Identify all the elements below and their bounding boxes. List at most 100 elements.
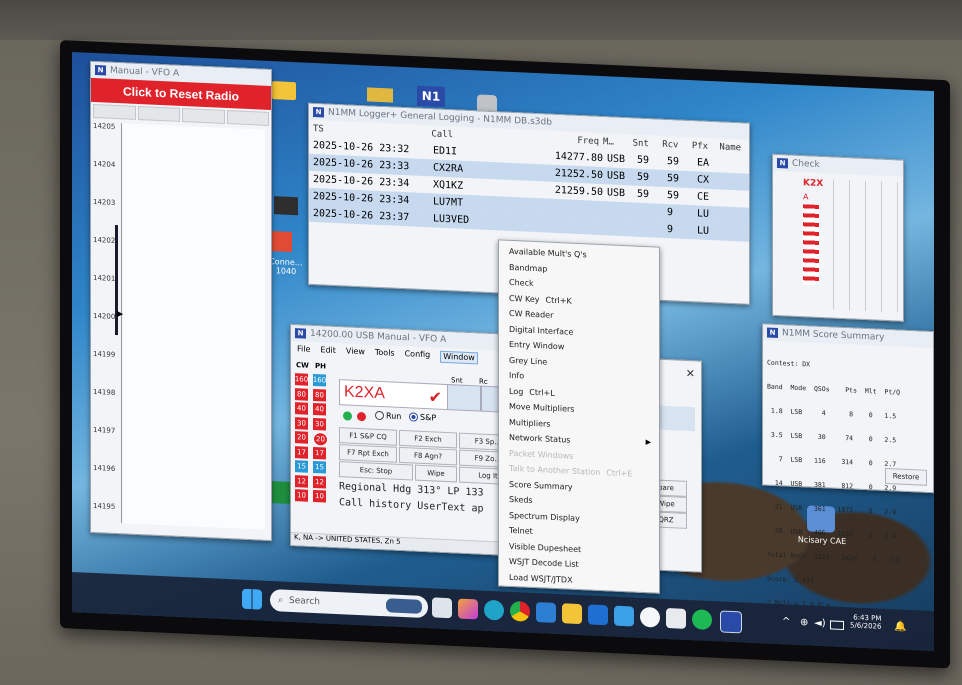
band-cw-20-button[interactable]: 20: [295, 431, 308, 444]
menu-window[interactable]: Window: [440, 350, 478, 365]
app-icon[interactable]: [640, 606, 660, 628]
bandmap-tool-button[interactable]: [226, 110, 269, 126]
col-snt[interactable]: Snt: [633, 138, 663, 149]
band-ph-10-button[interactable]: 10: [313, 489, 326, 503]
check-grid: [833, 179, 898, 313]
band-cw-17-button[interactable]: 17: [295, 445, 308, 459]
wipe-button[interactable]: Wipe: [415, 464, 457, 483]
col-pfx[interactable]: Pfx: [692, 141, 720, 152]
chrome-icon[interactable]: [510, 600, 530, 622]
menu-item-label: Info: [509, 371, 525, 381]
band-ph-20-button[interactable]: 20: [313, 431, 328, 447]
band-ph-17-button[interactable]: 17: [313, 446, 326, 460]
taskbar-search[interactable]: ⌕ Search: [270, 588, 428, 619]
cw-header: CW: [296, 361, 309, 370]
band-ph-40-button[interactable]: 40: [313, 402, 326, 416]
score-row: 3.5 LSB 30 74 0 2.5: [767, 430, 897, 445]
store-icon[interactable]: [536, 602, 556, 623]
close-icon[interactable]: ✕: [686, 367, 695, 380]
band-cw-30-button[interactable]: 30: [295, 416, 308, 430]
battery-tray-icon[interactable]: [830, 620, 844, 631]
bandmap-spots-area[interactable]: [123, 123, 265, 530]
folder-icon[interactable]: [367, 87, 393, 103]
col-rcv[interactable]: Rcv: [662, 139, 692, 150]
score-row: Total Both 1282 3428 0 2.9: [767, 550, 901, 565]
spotify-icon[interactable]: [692, 609, 712, 631]
task-view-icon[interactable]: [432, 597, 452, 619]
mail-icon[interactable]: [588, 604, 608, 626]
windows-start-icon[interactable]: [242, 588, 262, 610]
menu-config[interactable]: Config: [405, 349, 431, 362]
menu-item-label: Multipliers: [509, 417, 551, 429]
bandmap-tool-button[interactable]: [93, 103, 136, 120]
cell-rcv: 59: [667, 156, 680, 168]
band-cw-40-button[interactable]: 40: [295, 402, 308, 415]
edge-icon[interactable]: [484, 599, 504, 621]
sp-radio[interactable]: S&P: [409, 412, 436, 423]
esc-stop-button[interactable]: Esc: Stop: [339, 461, 413, 481]
menu-item-label: Talk to Another Station: [509, 464, 601, 478]
entry-window: N 14200.00 USB Manual - VFO A File Edit …: [290, 323, 524, 557]
cell-snt: [637, 228, 667, 229]
menu-edit[interactable]: Edit: [320, 345, 336, 358]
f7-button[interactable]: F7 Rpt Exch: [339, 444, 397, 463]
col-mode[interactable]: M…: [599, 136, 633, 148]
folder-icon[interactable]: [272, 81, 296, 101]
check-bars: [803, 204, 819, 285]
file-explorer-icon[interactable]: [562, 603, 582, 625]
col-freq[interactable]: Freq: [510, 132, 599, 146]
radio-selected-icon: [409, 412, 418, 422]
menu-file[interactable]: File: [297, 344, 310, 357]
tray-chevron-icon[interactable]: ^: [782, 616, 790, 627]
snt-input[interactable]: [447, 384, 481, 412]
menu-item-label: Telnet: [509, 526, 533, 537]
n1mm-taskbar-icon[interactable]: [720, 610, 742, 634]
restore-button[interactable]: Restore: [885, 467, 927, 486]
copilot-icon[interactable]: [458, 598, 478, 620]
cell-pfx: CX: [697, 174, 710, 186]
calendar-icon[interactable]: [666, 607, 686, 629]
menu-view[interactable]: View: [346, 346, 365, 359]
f2-button[interactable]: F2 Exch: [399, 429, 457, 449]
cell-snt: 59: [637, 154, 650, 167]
menu-item-label: Log: [509, 386, 524, 397]
band-cw-12-button[interactable]: 12: [295, 474, 308, 488]
col-call[interactable]: Call: [431, 129, 510, 143]
vfo-marker: [115, 224, 118, 336]
bandmap-tool-button[interactable]: [182, 107, 225, 124]
menu-item-label: Score Summary: [509, 479, 573, 492]
n1mm-icon[interactable]: N1: [417, 85, 445, 107]
f1-button[interactable]: F1 S&P CQ: [339, 427, 397, 446]
band-ph-15-button[interactable]: 15: [313, 460, 326, 474]
taskbar-clock[interactable]: 6:43 PM 5/6/2026: [850, 613, 881, 630]
f8-button[interactable]: F8 Agn?: [399, 446, 457, 466]
pdf-icon[interactable]: [272, 231, 292, 252]
band-ph-12-button[interactable]: 12: [313, 475, 326, 489]
excel-icon[interactable]: [272, 481, 292, 504]
bandmap-tool-button[interactable]: [137, 105, 180, 122]
col-name[interactable]: Name: [719, 142, 749, 153]
col-ts[interactable]: TS: [309, 123, 431, 139]
band-ph-30-button[interactable]: 30: [313, 417, 326, 431]
band-cw-10-button[interactable]: 10: [295, 489, 308, 502]
band-ph-80-button[interactable]: 80: [313, 388, 326, 402]
band-ph-160-button[interactable]: 160: [313, 373, 326, 387]
volume-tray-icon[interactable]: ◄): [814, 618, 826, 630]
app-icon[interactable]: [274, 196, 298, 216]
band-cw-80-button[interactable]: 80: [295, 387, 308, 401]
callsign-input[interactable]: K2XA ✔: [339, 379, 449, 411]
run-radio[interactable]: Run: [375, 410, 401, 421]
menu-item-label: Network Status: [509, 433, 571, 445]
network-tray-icon[interactable]: ⊕: [800, 617, 808, 628]
menu-tools[interactable]: Tools: [375, 348, 395, 361]
band-cw-160-button[interactable]: 160: [295, 373, 308, 386]
bandmap-scale[interactable]: 14205 14204 14203 14202 14201 14200 1419…: [93, 121, 123, 524]
menu-item-label: WSJT Decode List: [509, 557, 579, 570]
check-match: A: [803, 192, 809, 202]
cell-snt: [637, 211, 667, 212]
monitor-icon[interactable]: [614, 605, 634, 627]
band-cw-15-button[interactable]: 15: [295, 460, 308, 473]
menu-item-label: Move Multipliers: [509, 402, 575, 415]
notification-bell-icon[interactable]: 🔔: [894, 621, 906, 633]
submenu-arrow-icon: ▶: [645, 438, 651, 447]
